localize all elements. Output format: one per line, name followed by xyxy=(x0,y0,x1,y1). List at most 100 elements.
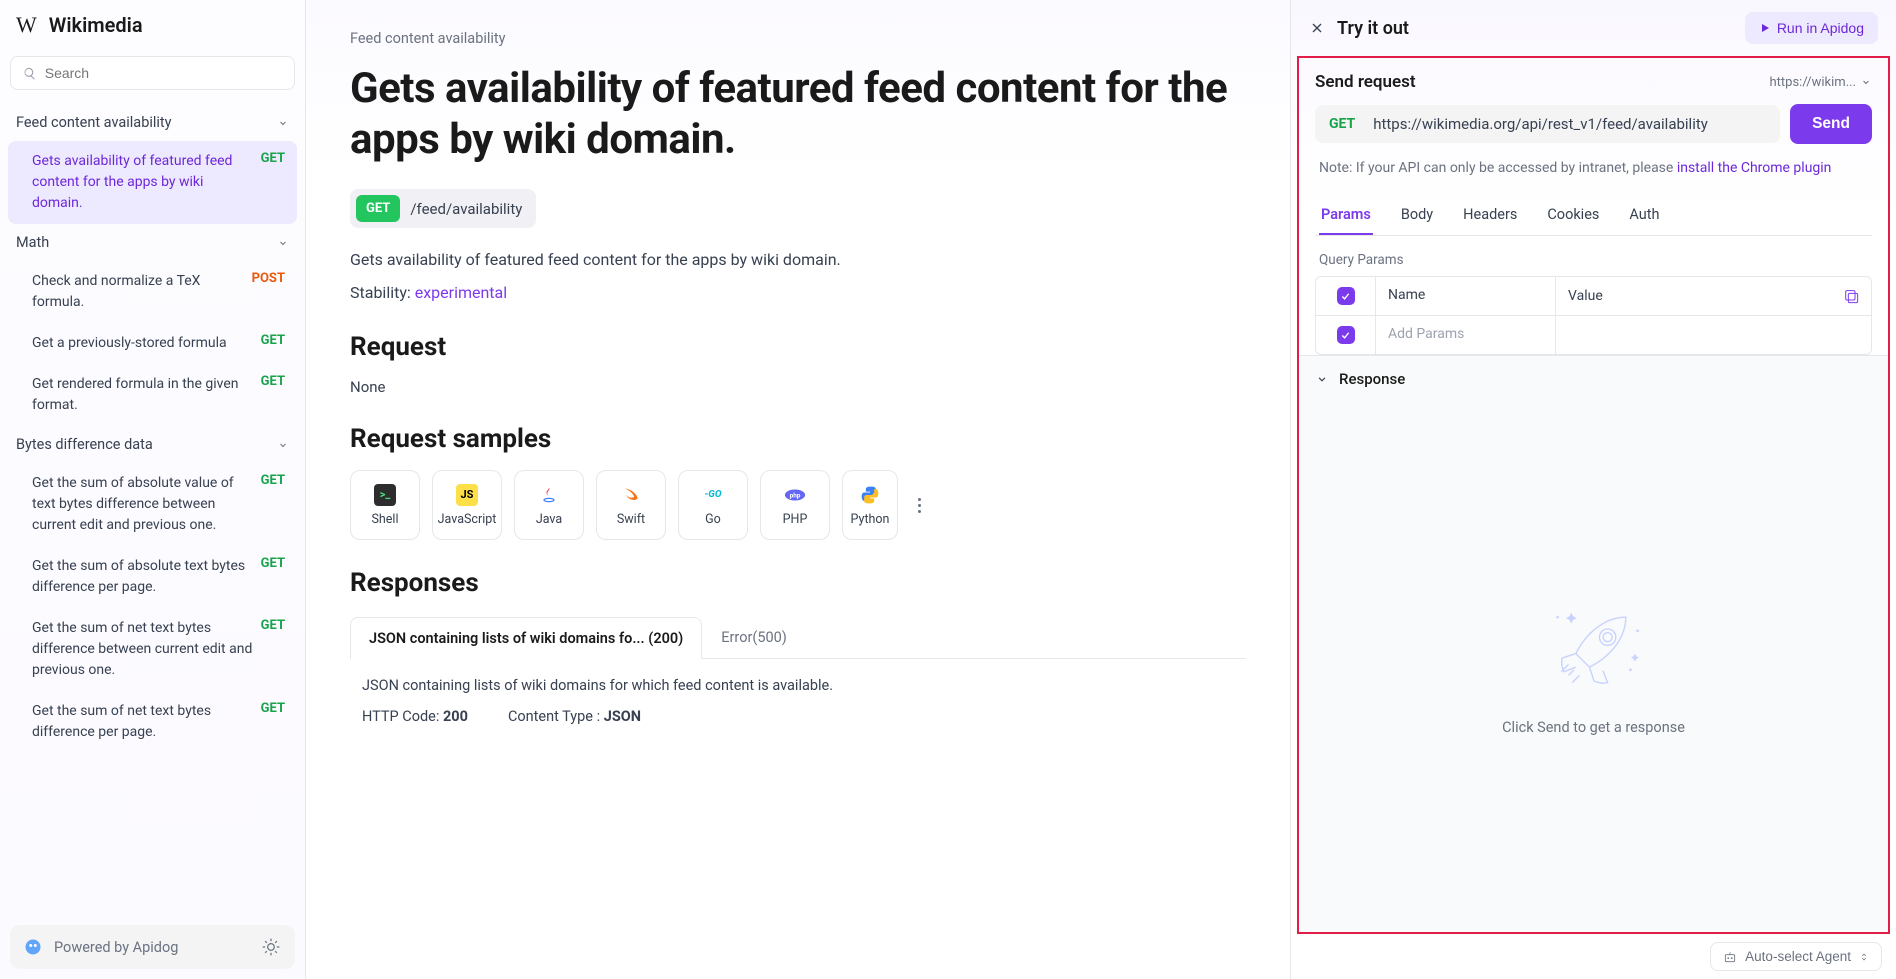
environment-selector[interactable]: https://wikim... xyxy=(1770,75,1873,90)
http-code-value: 200 xyxy=(443,708,468,725)
agent-footer: Auto-select Agent xyxy=(1291,934,1896,979)
chrome-plugin-link[interactable]: install the Chrome plugin xyxy=(1677,160,1832,176)
python-icon xyxy=(859,484,881,506)
powered-by[interactable]: Powered by Apidog xyxy=(10,925,295,969)
nav-item-feed-availability[interactable]: Gets availability of featured feed conte… xyxy=(8,141,297,224)
nav-section-math[interactable]: Math xyxy=(8,224,297,261)
agent-label: Auto-select Agent xyxy=(1745,949,1851,964)
theme-toggle-icon[interactable] xyxy=(261,937,281,957)
tab-headers[interactable]: Headers xyxy=(1461,196,1519,235)
responses-heading: Responses xyxy=(350,568,1246,598)
add-value-input[interactable] xyxy=(1556,316,1871,354)
stability-label: Stability: xyxy=(350,283,415,302)
sample-label: Shell xyxy=(371,512,398,527)
checkbox-row[interactable] xyxy=(1337,326,1355,344)
highlighted-region: Send request https://wikim... GET https:… xyxy=(1297,56,1890,934)
nav-item-label: Get rendered formula in the given format… xyxy=(32,374,253,416)
content-type-value: JSON xyxy=(604,708,641,725)
sort-icon xyxy=(1859,950,1869,964)
checkbox-all[interactable] xyxy=(1337,287,1355,305)
sample-shell[interactable]: >_Shell xyxy=(350,470,420,540)
param-header-value: Value xyxy=(1556,277,1871,315)
chevron-down-icon xyxy=(277,439,289,451)
send-button[interactable]: Send xyxy=(1790,104,1872,144)
response-empty-state: Click Send to get a response xyxy=(1299,402,1888,932)
bulk-edit-icon[interactable] xyxy=(1843,288,1859,304)
play-icon xyxy=(1759,22,1771,34)
nav-item-bytes-0[interactable]: Get the sum of absolute value of text by… xyxy=(8,463,297,546)
sidebar: W Wikimedia Feed content availability Ge… xyxy=(0,0,306,979)
nav-section-bytes[interactable]: Bytes difference data xyxy=(8,426,297,463)
param-header-value-text: Value xyxy=(1568,288,1603,304)
try-it-panel: Try it out Run in Apidog Send request ht… xyxy=(1290,0,1896,979)
nav-section-label: Math xyxy=(16,234,49,251)
agent-selector[interactable]: Auto-select Agent xyxy=(1710,942,1882,971)
sample-label: JavaScript xyxy=(438,512,497,527)
nav-item-label: Get the sum of absolute value of text by… xyxy=(32,473,253,536)
response-tab-200[interactable]: JSON containing lists of wiki domains fo… xyxy=(350,617,702,659)
run-in-apidog-button[interactable]: Run in Apidog xyxy=(1745,12,1878,44)
response-label: Response xyxy=(1339,370,1405,388)
chevron-down-icon xyxy=(277,117,289,129)
param-add-row[interactable]: Add Params xyxy=(1316,316,1871,354)
sample-label: Swift xyxy=(617,512,645,527)
tab-params[interactable]: Params xyxy=(1319,196,1373,235)
response-tab-500[interactable]: Error(500) xyxy=(702,616,806,658)
nav-item-label: Gets availability of featured feed conte… xyxy=(32,151,253,214)
add-params-input[interactable]: Add Params xyxy=(1376,316,1556,354)
samples-more-button[interactable] xyxy=(910,490,929,521)
sample-java[interactable]: Java xyxy=(514,470,584,540)
nav-section-label: Feed content availability xyxy=(16,114,172,131)
sample-label: Java xyxy=(536,512,562,527)
note-prefix: Note: If your API can only be accessed b… xyxy=(1319,160,1677,176)
response-body: JSON containing lists of wiki domains fo… xyxy=(350,659,1246,743)
tab-cookies[interactable]: Cookies xyxy=(1545,196,1601,235)
stability-line: Stability: experimental xyxy=(350,283,1246,302)
sample-label: Python xyxy=(851,512,890,527)
param-header-name: Name xyxy=(1376,277,1556,315)
url-short-text: https://wikim... xyxy=(1770,75,1857,90)
nav-item-label: Check and normalize a TeX formula. xyxy=(32,271,244,313)
nav-item-bytes-2[interactable]: Get the sum of net text bytes difference… xyxy=(8,608,297,691)
response-toggle[interactable]: Response xyxy=(1299,356,1888,402)
sample-python[interactable]: Python xyxy=(842,470,898,540)
sidebar-header: W Wikimedia xyxy=(0,0,305,50)
param-table: Name Value Add Params xyxy=(1315,276,1872,355)
wikimedia-logo-icon: W xyxy=(16,12,37,38)
nav-item-math-stored[interactable]: Get a previously-stored formula GET xyxy=(8,323,297,364)
nav-item-bytes-1[interactable]: Get the sum of absolute text bytes diffe… xyxy=(8,546,297,608)
page-title: Gets availability of featured feed conte… xyxy=(350,63,1246,165)
param-header-row: Name Value xyxy=(1316,277,1871,316)
url-input[interactable]: GET https://wikimedia.org/api/rest_v1/fe… xyxy=(1315,105,1780,143)
chevron-down-icon xyxy=(1315,372,1329,386)
nav-item-label: Get the sum of net text bytes difference… xyxy=(32,618,253,681)
sample-php[interactable]: phpPHP xyxy=(760,470,830,540)
tab-auth[interactable]: Auth xyxy=(1627,196,1661,235)
nav-item-math-rendered[interactable]: Get rendered formula in the given format… xyxy=(8,364,297,426)
breadcrumb: Feed content availability xyxy=(350,30,1246,47)
sample-swift[interactable]: Swift xyxy=(596,470,666,540)
nav-item-math-check[interactable]: Check and normalize a TeX formula. POST xyxy=(8,261,297,323)
request-none: None xyxy=(350,378,1246,396)
http-code-label: HTTP Code: xyxy=(362,708,443,725)
search-icon xyxy=(23,66,37,81)
method-badge: POST xyxy=(252,271,285,286)
samples-row: >_Shell JS JavaScript Java Swift -GOGo ph… xyxy=(350,470,1246,540)
nav: Feed content availability Gets availabil… xyxy=(0,104,305,915)
nav-item-bytes-3[interactable]: Get the sum of net text bytes difference… xyxy=(8,691,297,753)
search-input-wrapper[interactable] xyxy=(10,56,295,90)
sample-label: Go xyxy=(705,512,721,527)
stability-link[interactable]: experimental xyxy=(415,283,507,302)
tab-body[interactable]: Body xyxy=(1399,196,1435,235)
sample-javascript[interactable]: JS JavaScript xyxy=(432,470,502,540)
samples-heading: Request samples xyxy=(350,424,1246,454)
search-input[interactable] xyxy=(45,65,282,81)
close-icon[interactable] xyxy=(1309,20,1325,36)
sample-go[interactable]: -GOGo xyxy=(678,470,748,540)
nav-section-feed[interactable]: Feed content availability xyxy=(8,104,297,141)
sidebar-footer: Powered by Apidog xyxy=(0,915,305,979)
javascript-icon: JS xyxy=(456,484,478,506)
method-badge: GET xyxy=(261,333,285,348)
send-section: Send request https://wikim... GET https:… xyxy=(1299,58,1888,355)
nav-section-label: Bytes difference data xyxy=(16,436,153,453)
